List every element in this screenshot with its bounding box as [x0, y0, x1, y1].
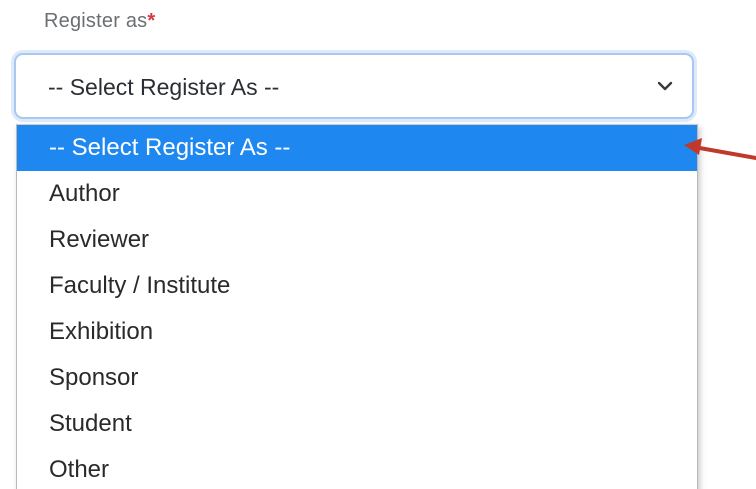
red-arrow-icon: [684, 138, 756, 160]
required-asterisk: *: [147, 10, 156, 32]
chevron-down-icon: [657, 81, 673, 91]
option-student[interactable]: Student: [17, 401, 697, 447]
register-form-screenshot: Register as* -- Select Register As -- --…: [0, 0, 756, 489]
option-exhibition[interactable]: Exhibition: [17, 309, 697, 355]
register-as-select[interactable]: -- Select Register As --: [14, 53, 694, 119]
option-author[interactable]: Author: [17, 171, 697, 217]
register-as-label: Register as*: [44, 10, 155, 33]
option-sponsor[interactable]: Sponsor: [17, 355, 697, 401]
option-faculty-institute[interactable]: Faculty / Institute: [17, 263, 697, 309]
select-current-value: -- Select Register As --: [48, 74, 280, 100]
option-reviewer[interactable]: Reviewer: [17, 217, 697, 263]
register-as-label-text: Register as: [44, 10, 148, 32]
option-select-register-as[interactable]: -- Select Register As --: [17, 125, 697, 171]
register-as-dropdown-list: -- Select Register As -- Author Reviewer…: [16, 124, 698, 489]
option-other[interactable]: Other: [17, 447, 697, 489]
